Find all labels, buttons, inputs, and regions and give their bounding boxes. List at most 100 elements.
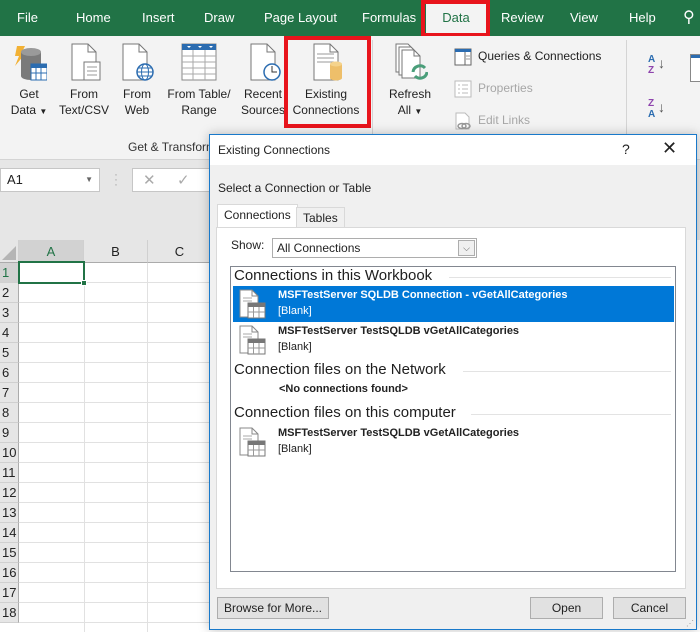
row-header-15[interactable]: 15 bbox=[0, 543, 19, 563]
show-dropdown-value: All Connections bbox=[277, 241, 361, 255]
from-table-label-2: Range bbox=[181, 103, 217, 117]
tab-formulas[interactable]: Formulas bbox=[362, 0, 416, 36]
grid-line bbox=[19, 582, 210, 583]
grid-line bbox=[84, 263, 85, 632]
tab-data[interactable]: Data bbox=[426, 0, 486, 36]
spreadsheet-grid[interactable]: A B C 1 2 3 4 5 6 7 8 9 10 11 12 13 14 15 16 17 18 bbox=[0, 240, 212, 632]
fill-handle[interactable] bbox=[81, 280, 87, 286]
sort-a-to-z-button[interactable]: A Z ↓ bbox=[648, 54, 665, 76]
properties-button[interactable]: Properties bbox=[454, 77, 533, 99]
chevron-down-icon[interactable]: ▼ bbox=[85, 169, 93, 191]
column-header-a[interactable]: A bbox=[19, 240, 84, 263]
row-header-10[interactable]: 10 bbox=[0, 443, 19, 463]
browse-for-more-button[interactable]: Browse for More... bbox=[217, 597, 329, 619]
connection-description: [Blank] bbox=[278, 443, 312, 455]
connection-file-icon bbox=[238, 325, 266, 355]
queries-pane-icon bbox=[454, 48, 472, 66]
connection-file-icon bbox=[238, 289, 266, 319]
text-file-icon bbox=[66, 42, 102, 82]
row-header-13[interactable]: 13 bbox=[0, 503, 19, 523]
show-dropdown[interactable]: All Connections ⌵ bbox=[272, 238, 477, 258]
enter-formula-icon[interactable]: ✓ bbox=[177, 171, 190, 189]
row-header-1[interactable]: 1 bbox=[0, 263, 19, 283]
row-header-18[interactable]: 18 bbox=[0, 603, 19, 623]
edit-links-button[interactable]: Edit Links bbox=[454, 109, 530, 131]
selected-cell-a1[interactable] bbox=[18, 261, 87, 286]
row-header-12[interactable]: 12 bbox=[0, 483, 19, 503]
recent-sources-button[interactable]: Recent Sources bbox=[238, 42, 288, 118]
row-header-9[interactable]: 9 bbox=[0, 423, 19, 443]
tab-insert[interactable]: Insert bbox=[142, 0, 175, 36]
cancel-button[interactable]: Cancel bbox=[613, 597, 686, 619]
row-header-17[interactable]: 17 bbox=[0, 583, 19, 603]
tab-help[interactable]: Help bbox=[629, 0, 656, 36]
tab-draw[interactable]: Draw bbox=[204, 0, 234, 36]
row-header-8[interactable]: 8 bbox=[0, 403, 19, 423]
sort-descending-icon: ZA bbox=[648, 98, 656, 120]
edit-links-label: Edit Links bbox=[478, 113, 531, 127]
row-header-3[interactable]: 3 bbox=[0, 303, 19, 323]
row-header-14[interactable]: 14 bbox=[0, 523, 19, 543]
row-header-4[interactable]: 4 bbox=[0, 323, 19, 343]
grid-line bbox=[19, 562, 210, 563]
queries-connections-button[interactable]: Queries & Connections bbox=[454, 45, 601, 67]
row-header-5[interactable]: 5 bbox=[0, 343, 19, 363]
tab-connections[interactable]: Connections bbox=[217, 204, 298, 228]
from-text-csv-button[interactable]: From Text/CSV bbox=[56, 42, 112, 118]
select-all-corner[interactable] bbox=[0, 240, 19, 263]
sort-dialog-icon[interactable] bbox=[690, 54, 700, 82]
connection-item[interactable]: MSFTestServer TestSQLDB vGetAllCategorie… bbox=[233, 322, 674, 358]
section-header-workbook: Connections in this Workbook bbox=[234, 267, 433, 284]
connection-file-icon bbox=[238, 427, 266, 457]
from-table-label-1: From Table/ bbox=[167, 87, 231, 101]
column-header-b[interactable]: B bbox=[84, 240, 148, 263]
existing-connections-label-2: Connections bbox=[292, 103, 360, 117]
tab-connections-label: Connections bbox=[224, 208, 291, 222]
grid-line bbox=[19, 462, 210, 463]
dialog-title-bar: Existing Connections ? ✕ bbox=[210, 135, 696, 165]
tab-file[interactable]: File bbox=[17, 0, 38, 36]
from-web-label-2: Web bbox=[124, 103, 150, 117]
tab-review[interactable]: Review bbox=[501, 0, 544, 36]
connections-tab-panel: Show: All Connections ⌵ Connections in t… bbox=[216, 227, 686, 589]
resize-grip-icon[interactable]: ⋰ bbox=[686, 620, 694, 628]
tab-page-layout[interactable]: Page Layout bbox=[264, 0, 337, 36]
row-header-16[interactable]: 16 bbox=[0, 563, 19, 583]
help-button[interactable]: ? bbox=[622, 141, 630, 157]
sort-z-to-a-button[interactable]: Z A ↓ bbox=[648, 98, 665, 120]
existing-connections-icon bbox=[308, 42, 344, 82]
existing-connections-button[interactable]: Existing Connections bbox=[290, 42, 362, 118]
row-header-11[interactable]: 11 bbox=[0, 463, 19, 483]
open-button[interactable]: Open bbox=[530, 597, 603, 619]
connection-item[interactable]: MSFTestServer TestSQLDB vGetAllCategorie… bbox=[233, 424, 674, 460]
connection-item[interactable]: MSFTestServer SQLDB Connection - vGetAll… bbox=[233, 286, 674, 322]
chevron-down-icon[interactable]: ⌵ bbox=[458, 240, 475, 256]
properties-icon bbox=[454, 80, 472, 98]
grid-line bbox=[19, 362, 210, 363]
cancel-formula-icon[interactable]: ✕ bbox=[143, 171, 156, 189]
recent-file-clock-icon bbox=[245, 42, 281, 82]
search-icon[interactable]: ⚲ bbox=[683, 0, 695, 36]
tab-view[interactable]: View bbox=[570, 0, 598, 36]
from-table-range-button[interactable]: From Table/ Range bbox=[164, 42, 234, 118]
drag-handle-icon[interactable]: · · · bbox=[114, 168, 118, 190]
row-header-6[interactable]: 6 bbox=[0, 363, 19, 383]
close-icon[interactable]: ✕ bbox=[662, 138, 677, 159]
grid-line bbox=[19, 382, 210, 383]
from-web-button[interactable]: From Web bbox=[116, 42, 158, 118]
name-box[interactable]: A1 ▼ bbox=[0, 168, 100, 192]
from-text-csv-label-2: Text/CSV bbox=[58, 103, 109, 117]
tab-home[interactable]: Home bbox=[76, 0, 111, 36]
row-header-7[interactable]: 7 bbox=[0, 383, 19, 403]
refresh-all-button[interactable]: Refresh All ▼ bbox=[384, 42, 436, 120]
tab-tables[interactable]: Tables bbox=[296, 207, 345, 228]
column-header-c[interactable]: C bbox=[148, 240, 212, 263]
grid-line bbox=[19, 542, 210, 543]
connections-list[interactable]: Connections in this Workbook MSFTestServ… bbox=[230, 266, 676, 572]
row-header-2[interactable]: 2 bbox=[0, 283, 19, 303]
get-data-button[interactable]: Get Data ▼ bbox=[6, 42, 52, 120]
sort-ascending-icon: AZ bbox=[648, 54, 656, 76]
show-label: Show: bbox=[231, 238, 265, 252]
grid-line bbox=[19, 402, 210, 403]
grid-line bbox=[19, 302, 210, 303]
